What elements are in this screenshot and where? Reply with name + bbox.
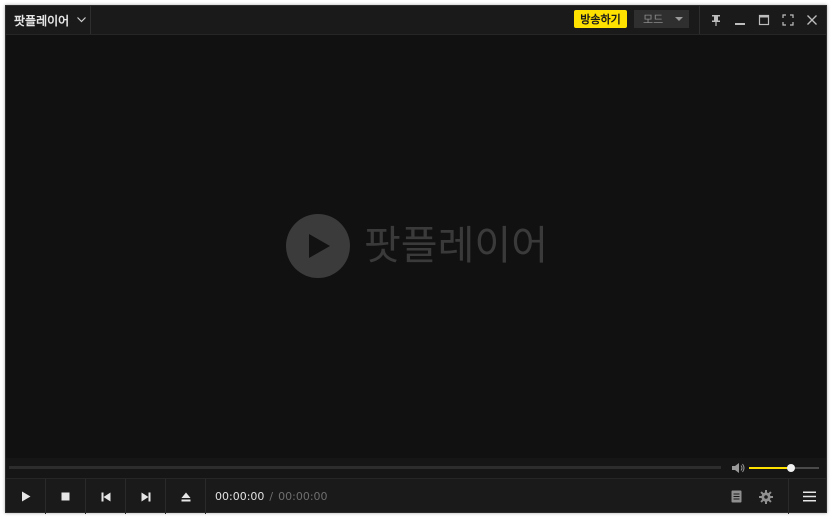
logo-text: 팟플레이어: [364, 223, 548, 269]
volume-slider[interactable]: [749, 464, 819, 472]
time-display: 00:00:00 / 00:00:00: [215, 479, 328, 514]
controls-divider: [788, 479, 789, 514]
time-separator: /: [269, 490, 274, 503]
app-menu-button[interactable]: 팟플레이어: [6, 6, 91, 34]
eject-icon: [181, 492, 190, 501]
play-button[interactable]: [6, 479, 46, 514]
settings-button[interactable]: [752, 479, 780, 514]
titlebar-divider: [699, 6, 700, 34]
total-time: 00:00:00: [278, 490, 328, 503]
app-menu-label: 팟플레이어: [14, 13, 70, 28]
play-icon: [21, 491, 30, 502]
close-button[interactable]: [802, 10, 822, 30]
pin-icon: [712, 15, 720, 26]
control-bar: 00:00:00 / 00:00:00: [6, 478, 826, 514]
seek-row: [6, 458, 826, 478]
stop-button[interactable]: [46, 479, 86, 514]
maximize-icon: [758, 14, 770, 26]
close-icon: [807, 15, 817, 25]
gear-icon: [759, 489, 773, 504]
fullscreen-icon: [782, 14, 794, 26]
video-area[interactable]: 팟플레이어: [6, 35, 826, 458]
playlist-button[interactable]: [722, 479, 750, 514]
broadcast-button[interactable]: 방송하기: [574, 10, 627, 28]
eject-button[interactable]: [166, 479, 206, 514]
skip-previous-icon: [101, 492, 110, 501]
potplayer-logo: 팟플레이어: [286, 214, 548, 278]
volume-icon[interactable]: [732, 462, 746, 474]
volume-knob[interactable]: [787, 464, 795, 472]
mode-dropdown[interactable]: 모드: [634, 10, 689, 28]
pin-button[interactable]: [706, 10, 726, 30]
next-button[interactable]: [126, 479, 166, 514]
previous-button[interactable]: [86, 479, 126, 514]
chevron-down-icon: [77, 17, 87, 23]
play-logo-icon: [286, 214, 350, 278]
stop-icon: [61, 492, 70, 501]
seek-bar[interactable]: [9, 466, 721, 469]
mode-label: 모드: [643, 13, 664, 26]
minimize-icon: [735, 23, 745, 25]
volume-fill: [749, 467, 791, 469]
maximize-button[interactable]: [754, 10, 774, 30]
skip-next-icon: [141, 492, 150, 501]
potplayer-window: 팟플레이어 방송하기 모드 팟플레이어 00:00:00 / 00:00:00: [5, 5, 827, 514]
caret-down-icon: [675, 17, 683, 21]
playlist-icon: [731, 490, 741, 503]
menu-button[interactable]: [795, 479, 823, 514]
fullscreen-button[interactable]: [778, 10, 798, 30]
hamburger-menu-icon: [802, 491, 816, 502]
current-time: 00:00:00: [215, 490, 265, 503]
minimize-button[interactable]: [730, 10, 750, 30]
title-bar: 팟플레이어 방송하기 모드: [6, 6, 826, 35]
